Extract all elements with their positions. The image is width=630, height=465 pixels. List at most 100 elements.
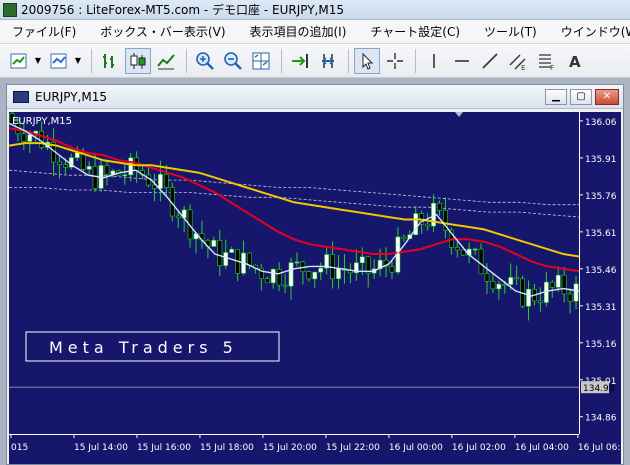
- time-tick-label: 15 Jul 14:00: [74, 443, 128, 453]
- line-chart-icon[interactable]: [153, 48, 179, 74]
- price-tick-label: 135.76: [585, 192, 617, 202]
- menu-chart[interactable]: チャート設定(C): [358, 23, 472, 40]
- profiles-dropdown-icon[interactable]: ▼: [74, 48, 82, 74]
- current-price-label: 134.98: [583, 384, 615, 394]
- price-tick-label: 134.86: [585, 414, 617, 424]
- app-title: 2009756 : LiteForex-MT5.com - デモ口座 - EUR…: [21, 3, 344, 17]
- candle-body: [217, 240, 223, 266]
- menu-view[interactable]: ボックス・バー表示(V): [88, 23, 237, 40]
- candle-body: [549, 281, 555, 288]
- candle-body: [158, 174, 163, 189]
- candle-body: [555, 274, 561, 288]
- menu-file[interactable]: ファイル(F): [0, 23, 88, 40]
- svg-text:A: A: [569, 53, 581, 71]
- new-chart-icon[interactable]: [6, 48, 32, 74]
- toolbar-separator: [348, 48, 349, 73]
- time-tick-label: 16 Jul 04:00: [515, 443, 569, 453]
- price-tick-label: 135.31: [585, 303, 617, 313]
- candle-body: [27, 134, 33, 142]
- toolbar-separator: [186, 48, 187, 73]
- candle-body: [229, 249, 235, 253]
- time-tick-label: 015: [11, 443, 28, 453]
- zoom-in-icon[interactable]: [192, 48, 218, 74]
- chart-window-title: EURJPY,M15: [35, 89, 107, 104]
- candle-body: [460, 249, 466, 256]
- time-tick-label: 15 Jul 16:00: [137, 443, 191, 453]
- candle-body: [128, 157, 134, 176]
- candlestick-chart-icon[interactable]: [125, 47, 151, 74]
- candle-body: [514, 277, 520, 280]
- time-tick-label: 15 Jul 20:00: [263, 443, 317, 453]
- candle-body: [163, 174, 169, 188]
- candle-body: [39, 130, 45, 148]
- moving-average-line-ma_lightblue: [9, 122, 580, 297]
- maximize-button[interactable]: ▢: [570, 89, 592, 105]
- candle-body: [270, 268, 276, 284]
- candle-body: [389, 266, 395, 273]
- candle-body: [306, 271, 312, 280]
- candle-body: [496, 283, 502, 290]
- chart-window: EURJPY,M15 ▁ ▢ ✕ 136.06 135.91 135.76 135.6…: [6, 84, 624, 465]
- fibonacci-icon[interactable]: F: [533, 48, 559, 74]
- candle-body: [526, 288, 531, 307]
- chart-area[interactable]: 136.06 135.91 135.76 135.61 135.46 135.31 135.…: [9, 112, 621, 464]
- tile-windows-icon[interactable]: [248, 48, 274, 74]
- minimize-button[interactable]: ▁: [545, 89, 567, 105]
- vertical-line-icon[interactable]: [421, 48, 447, 74]
- cursor-icon[interactable]: [354, 47, 380, 74]
- time-tick-label: 15 Jul 18:00: [200, 443, 254, 453]
- menubar: ファイル(F) ボックス・バー表示(V) 表示項目の追加(I) チャート設定(C…: [0, 20, 630, 44]
- time-tick-label: 16 Jul 00:00: [389, 443, 443, 453]
- candle-body: [573, 283, 579, 302]
- menu-tools[interactable]: ツール(T): [472, 23, 549, 40]
- candle-body: [472, 248, 478, 251]
- chart-window-icon: [13, 90, 29, 103]
- time-tick-label: 16 Jul 02:00: [452, 443, 506, 453]
- close-button[interactable]: ✕: [595, 89, 619, 105]
- profiles-icon[interactable]: [46, 48, 72, 74]
- candle-body: [538, 300, 543, 303]
- price-chart[interactable]: 136.06 135.91 135.76 135.61 135.46 135.31 135.…: [9, 112, 621, 464]
- candle-body: [92, 166, 98, 189]
- menu-window[interactable]: ウインドウ(W): [549, 23, 630, 40]
- candle-body: [490, 280, 496, 290]
- chart-symbol-label: EURJPY,M15: [12, 116, 72, 127]
- toolbar-separator: [415, 48, 416, 73]
- moving-average-line-ma_red: [9, 127, 580, 273]
- horizontal-line-icon[interactable]: [449, 48, 475, 74]
- new-chart-dropdown-icon[interactable]: ▼: [34, 48, 42, 74]
- candle-body: [359, 256, 365, 264]
- chart-shift-icon[interactable]: [315, 48, 341, 74]
- time-tick-label: 15 Jul 22:00: [326, 443, 380, 453]
- zoom-out-icon[interactable]: [220, 48, 246, 74]
- menu-insert[interactable]: 表示項目の追加(I): [238, 23, 359, 40]
- mdi-workspace: EURJPY,M15 ▁ ▢ ✕ 136.06 135.91 135.76 135.6…: [0, 78, 630, 465]
- bar-chart-icon[interactable]: [97, 48, 123, 74]
- candle-body: [211, 240, 217, 247]
- chart-window-titlebar: EURJPY,M15 ▁ ▢ ✕: [7, 85, 623, 109]
- candle-body: [484, 273, 490, 282]
- candle-body: [318, 267, 324, 273]
- candle-body: [336, 268, 341, 280]
- text-tool-icon[interactable]: A: [561, 48, 587, 74]
- price-tick-label: 136.06: [585, 118, 617, 128]
- candle-body: [401, 236, 407, 240]
- candle-body: [312, 271, 318, 280]
- crosshair-icon[interactable]: [382, 48, 408, 74]
- time-tick-label: 16 Jul 06:00: [578, 443, 621, 453]
- scroll-end-icon[interactable]: [287, 48, 313, 74]
- candle-body: [175, 215, 181, 219]
- candle-body: [122, 174, 128, 177]
- candle-body: [561, 274, 567, 295]
- candle-body: [282, 284, 288, 287]
- equidistant-channel-icon[interactable]: E: [505, 48, 531, 74]
- candle-body: [223, 252, 229, 266]
- candle-body: [567, 293, 573, 302]
- candle-body: [104, 165, 110, 175]
- candle-body: [478, 248, 484, 275]
- candle-body: [264, 278, 270, 284]
- toolbar-separator: [91, 48, 92, 73]
- price-tick-label: 135.61: [585, 229, 617, 239]
- app-icon: [3, 2, 17, 17]
- trendline-icon[interactable]: [477, 48, 503, 74]
